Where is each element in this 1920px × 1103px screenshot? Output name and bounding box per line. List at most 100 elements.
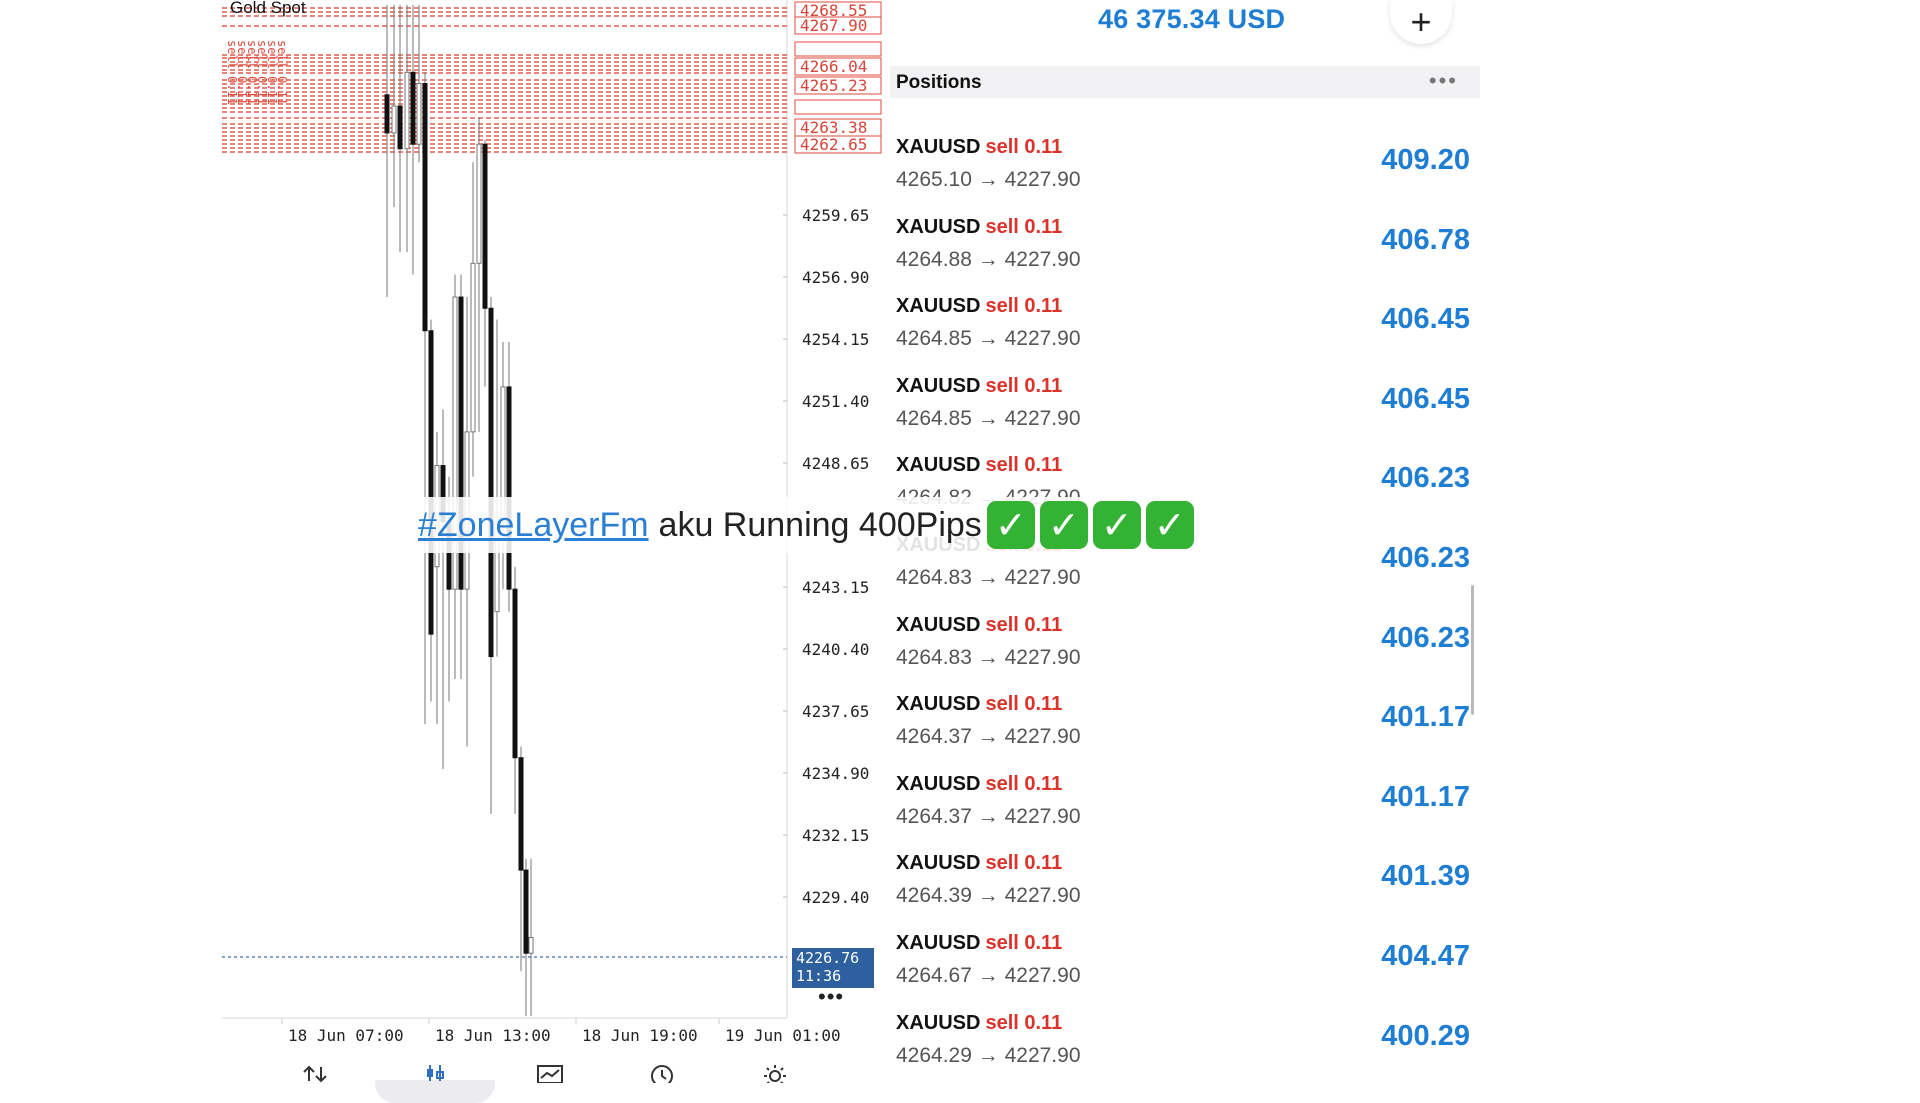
chart-more-icon[interactable]: ••• xyxy=(818,984,844,1010)
candle-body xyxy=(523,869,529,954)
position-title: XAUUSDsell 0.11 xyxy=(896,216,1062,239)
arrow-right-icon: → xyxy=(971,247,1005,271)
arrow-right-icon: → xyxy=(971,804,1005,828)
position-row[interactable]: XAUUSDsell 0.11 4264.83 → 4227.90 406.23 xyxy=(896,614,1470,684)
position-profit: 406.23 xyxy=(1381,462,1470,495)
position-prices: 4264.83 → 4227.90 xyxy=(896,566,1081,590)
arrow-right-icon: → xyxy=(971,884,1005,908)
bar-countdown: 11:36 xyxy=(796,967,842,985)
price-axis-label: 4234.90 xyxy=(802,764,869,783)
position-current-price: 4227.90 xyxy=(1004,247,1081,271)
position-current-price: 4227.90 xyxy=(1004,327,1081,351)
position-symbol: XAUUSD xyxy=(896,136,981,158)
price-axis-label: 4254.15 xyxy=(802,330,869,349)
position-profit: 401.17 xyxy=(1381,780,1470,813)
position-current-price: 4227.90 xyxy=(1004,406,1081,430)
position-title: XAUUSDsell 0.11 xyxy=(896,852,1062,875)
position-prices: 4264.88 → 4227.90 xyxy=(896,248,1081,272)
position-symbol: XAUUSD xyxy=(896,1011,981,1034)
position-symbol: XAUUSD xyxy=(896,215,981,238)
positions-scrollbar[interactable] xyxy=(1471,585,1474,715)
position-open-price: 4264.88 xyxy=(896,247,972,271)
tab-trade[interactable] xyxy=(520,1063,580,1083)
position-profit: 400.29 xyxy=(1381,1019,1470,1052)
position-profit: 406.45 xyxy=(1381,382,1470,415)
price-axis-label: 4232.15 xyxy=(802,826,869,845)
candle-body xyxy=(518,757,524,871)
position-profit: 401.39 xyxy=(1381,860,1470,893)
order-level-label: 4266.04 xyxy=(800,57,867,76)
tab-quotes[interactable] xyxy=(285,1063,345,1083)
positions-header: Positions ••• xyxy=(890,66,1480,98)
trade-icon xyxy=(537,1065,563,1083)
arrow-right-icon: → xyxy=(971,725,1005,749)
gear-icon xyxy=(764,1065,786,1083)
caption-hashtag[interactable]: #ZoneLayerFm xyxy=(418,497,649,553)
candle-body xyxy=(416,83,422,145)
position-side: sell 0.11 xyxy=(985,852,1063,875)
position-profit: 406.23 xyxy=(1381,621,1470,654)
position-side: sell 0.11 xyxy=(985,374,1063,397)
position-row[interactable]: XAUUSD sell 0.11 4264.29 → 4227.90 400.29 xyxy=(896,1012,1470,1082)
price-axis-label: 4256.90 xyxy=(802,268,869,287)
tab-history[interactable] xyxy=(632,1063,692,1083)
position-title: XAUUSDsell 0.11 xyxy=(896,454,1062,477)
price-axis-label: 4243.15 xyxy=(802,578,869,597)
position-title: XAUUSDsell 0.11 xyxy=(896,1012,1062,1035)
bottom-tab-bar xyxy=(222,1055,882,1103)
order-level-box xyxy=(794,99,882,115)
tab-settings[interactable] xyxy=(745,1063,805,1083)
position-row[interactable]: XAUUSD sell 0.11 4264.37 → 4227.90 401.17 xyxy=(896,693,1470,763)
position-prices: 4264.39 → 4227.90 xyxy=(896,884,1081,908)
position-prices: 4264.37 → 4227.90 xyxy=(896,725,1081,749)
position-profit: 406.78 xyxy=(1381,223,1470,256)
position-title: XAUUSDsell 0.11 xyxy=(896,693,1062,716)
candle-body xyxy=(410,71,416,145)
position-open-price: 4264.39 xyxy=(896,884,972,908)
position-prices: 4264.29 → 4227.90 xyxy=(896,1044,1081,1068)
position-profit: 409.20 xyxy=(1381,144,1470,176)
position-symbol: XAUUSD xyxy=(896,693,981,716)
position-open-price: 4264.85 xyxy=(896,327,972,351)
position-title: XAUUSDsell 0.11 xyxy=(896,136,1062,159)
position-open-price: 4264.29 xyxy=(896,1043,972,1067)
position-symbol: XAUUSD xyxy=(896,772,981,795)
price-axis-label: 4240.40 xyxy=(802,640,869,659)
candle-body xyxy=(384,94,390,134)
position-profit: 401.17 xyxy=(1381,701,1470,734)
position-row[interactable]: XAUUSD sell 0.11 4264.67 → 4227.90 404.47 xyxy=(896,932,1470,1002)
candle-body xyxy=(391,105,397,134)
arrow-right-icon: → xyxy=(971,566,1005,589)
position-row[interactable]: XAUUSD sell 0.11 4265.10 → 4227.90 409.20 xyxy=(896,136,1470,206)
order-level-label: 4267.90 xyxy=(800,16,867,35)
position-side: sell 0.11 xyxy=(985,1011,1063,1034)
position-side: sell 0.11 xyxy=(985,932,1063,954)
order-level-box xyxy=(794,41,882,57)
caption-overlay: #ZoneLayerFm aku Running 400Pips ✓ ✓ ✓ ✓ xyxy=(418,497,1194,553)
position-row[interactable]: XAUUSD sell 0.11 4264.88 → 4227.90 406.78 xyxy=(896,216,1470,286)
time-axis-label: 19 Jun 01:00 xyxy=(725,1026,841,1045)
tab-chart[interactable] xyxy=(375,1063,495,1103)
positions-more-icon[interactable]: ••• xyxy=(1429,68,1458,94)
position-row[interactable]: XAUUSD sell 0.11 4264.39 → 4227.90 401.39 xyxy=(896,852,1470,922)
candle-body xyxy=(470,262,476,433)
position-row[interactable]: XAUUSD sell 0.11 4264.85 → 4227.90 406.45 xyxy=(896,295,1470,365)
plus-icon: + xyxy=(1410,1,1432,42)
position-row[interactable]: XAUUSD sell 0.11 4264.37 → 4227.90 401.17 xyxy=(896,773,1470,843)
position-prices: 4265.10 → 4227.90 xyxy=(896,168,1081,192)
position-row[interactable]: XAUUSD sell 0.11 4264.85 → 4227.90 406.45 xyxy=(896,375,1470,445)
candle-body xyxy=(422,83,428,332)
position-symbol: XAUUSD xyxy=(896,454,981,477)
candle-body xyxy=(488,307,494,658)
position-side: sell 0.11 xyxy=(985,136,1063,158)
position-open-price: 4264.83 xyxy=(896,566,972,589)
candle-body xyxy=(476,143,482,264)
arrow-right-icon: → xyxy=(971,645,1005,669)
position-title: XAUUSDsell 0.11 xyxy=(896,614,1062,637)
position-open-price: 4264.85 xyxy=(896,406,972,430)
candle-body xyxy=(506,386,512,590)
check-mark-icon: ✓ xyxy=(1039,501,1088,549)
caption-text: aku Running 400Pips xyxy=(658,506,982,544)
position-prices: 4264.85 → 4227.90 xyxy=(896,327,1081,351)
arrow-right-icon: → xyxy=(971,406,1005,430)
